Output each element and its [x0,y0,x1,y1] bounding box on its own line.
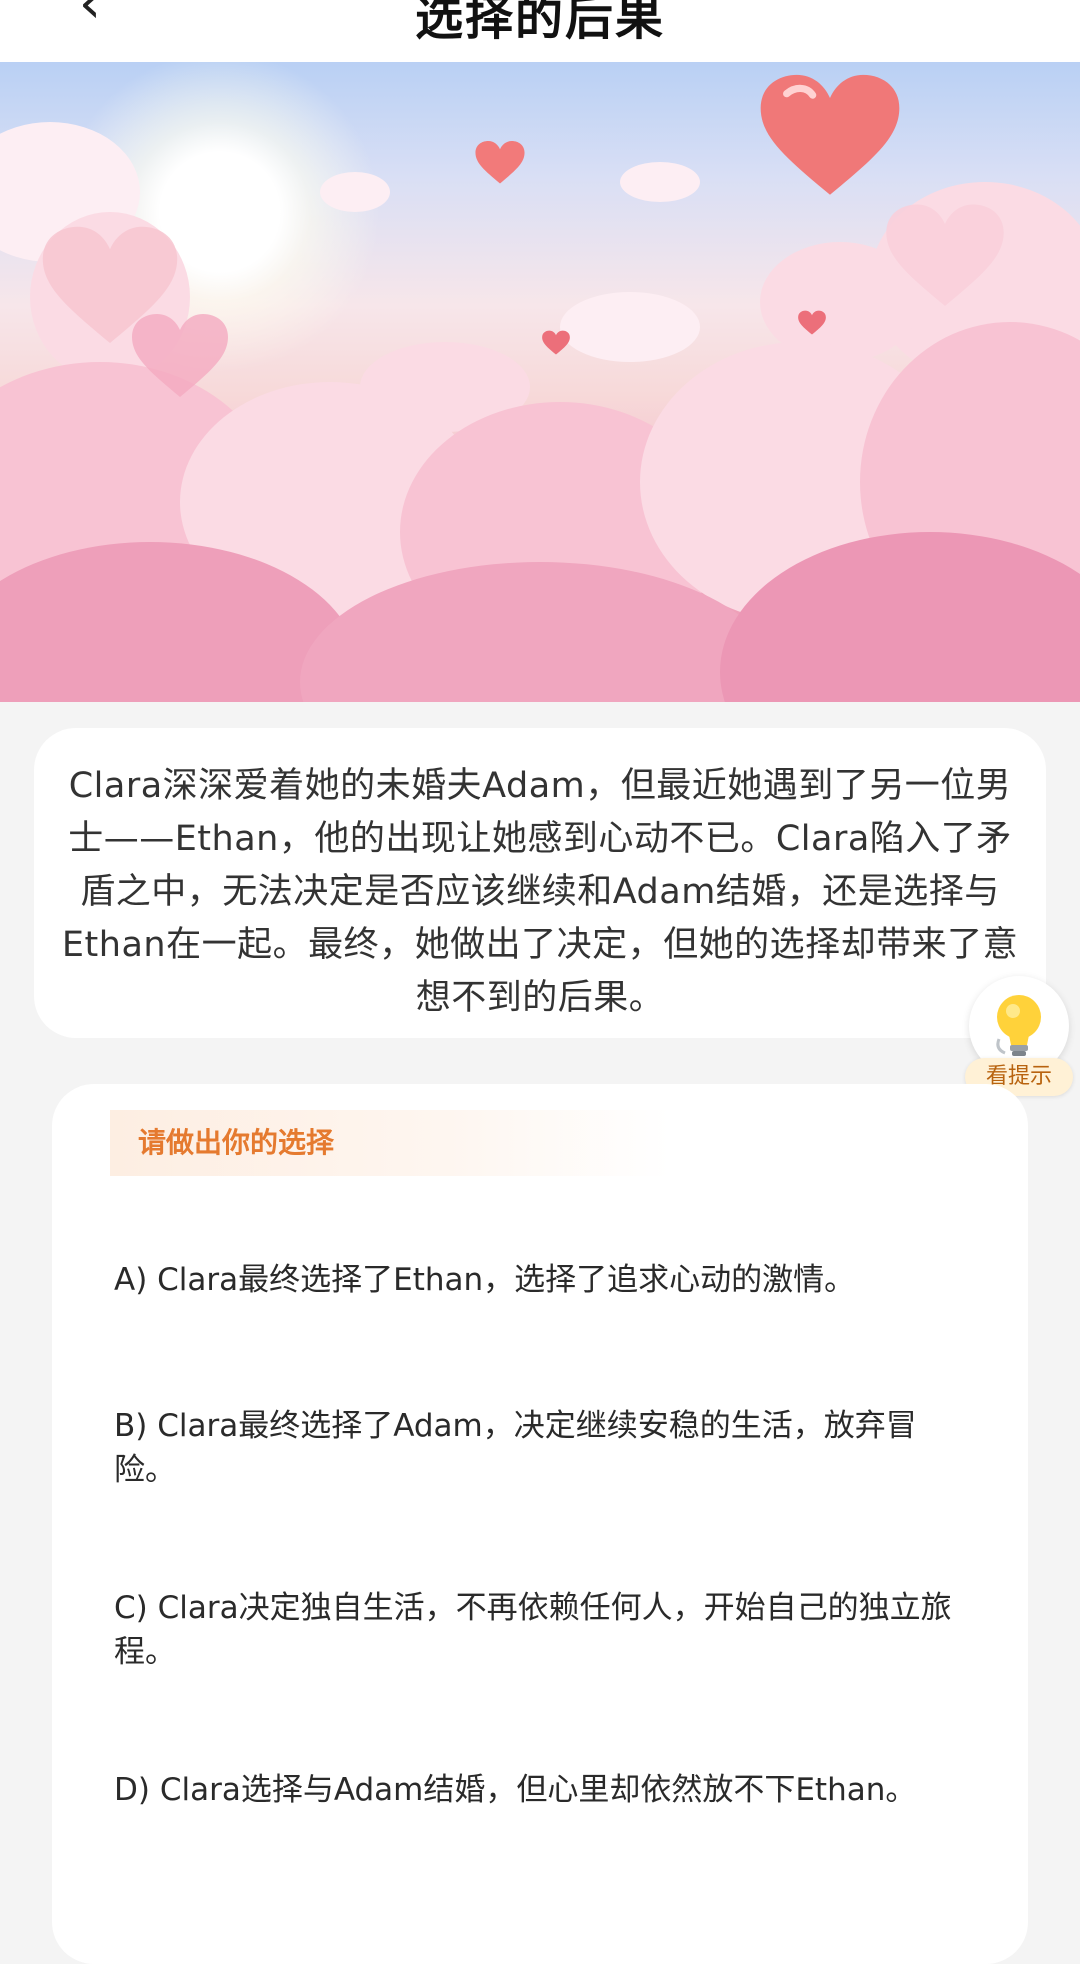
heart-icon [542,330,570,355]
top-nav-bar: ‹ 选择的后果 [0,0,1080,62]
page-title: 选择的后果 [414,0,665,46]
hero-illustration [0,62,1080,702]
heart-icon [475,141,525,184]
heart-icon [798,310,826,335]
option-c[interactable]: C) Clara决定独自生活，不再依赖任何人，开始自己的独立旅程。 [114,1586,974,1674]
story-text: Clara深深爱着她的未婚夫Adam，但最近她遇到了另一位男士——Ethan，他… [61,766,1019,1018]
heart-icon [132,314,228,397]
hint-button[interactable]: 看提示 [965,976,1073,1100]
lightbulb-icon [996,995,1041,1056]
choices-card: 请做出你的选择 A) Clara最终选择了Ethan，选择了追求心动的激情。 B… [52,1084,1028,1964]
option-d[interactable]: D) Clara选择与Adam结婚，但心里却依然放不下Ethan。 [114,1768,974,1812]
heart-icon [760,74,900,195]
story-card: Clara深深爱着她的未婚夫Adam，但最近她遇到了另一位男士——Ethan，他… [34,728,1046,1038]
option-b[interactable]: B) Clara最终选择了Adam，决定继续安稳的生活，放弃冒险。 [114,1404,974,1492]
choice-prompt: 请做出你的选择 [110,1110,670,1176]
heart-icon [886,204,1004,306]
option-a[interactable]: A) Clara最终选择了Ethan，选择了追求心动的激情。 [114,1258,974,1302]
